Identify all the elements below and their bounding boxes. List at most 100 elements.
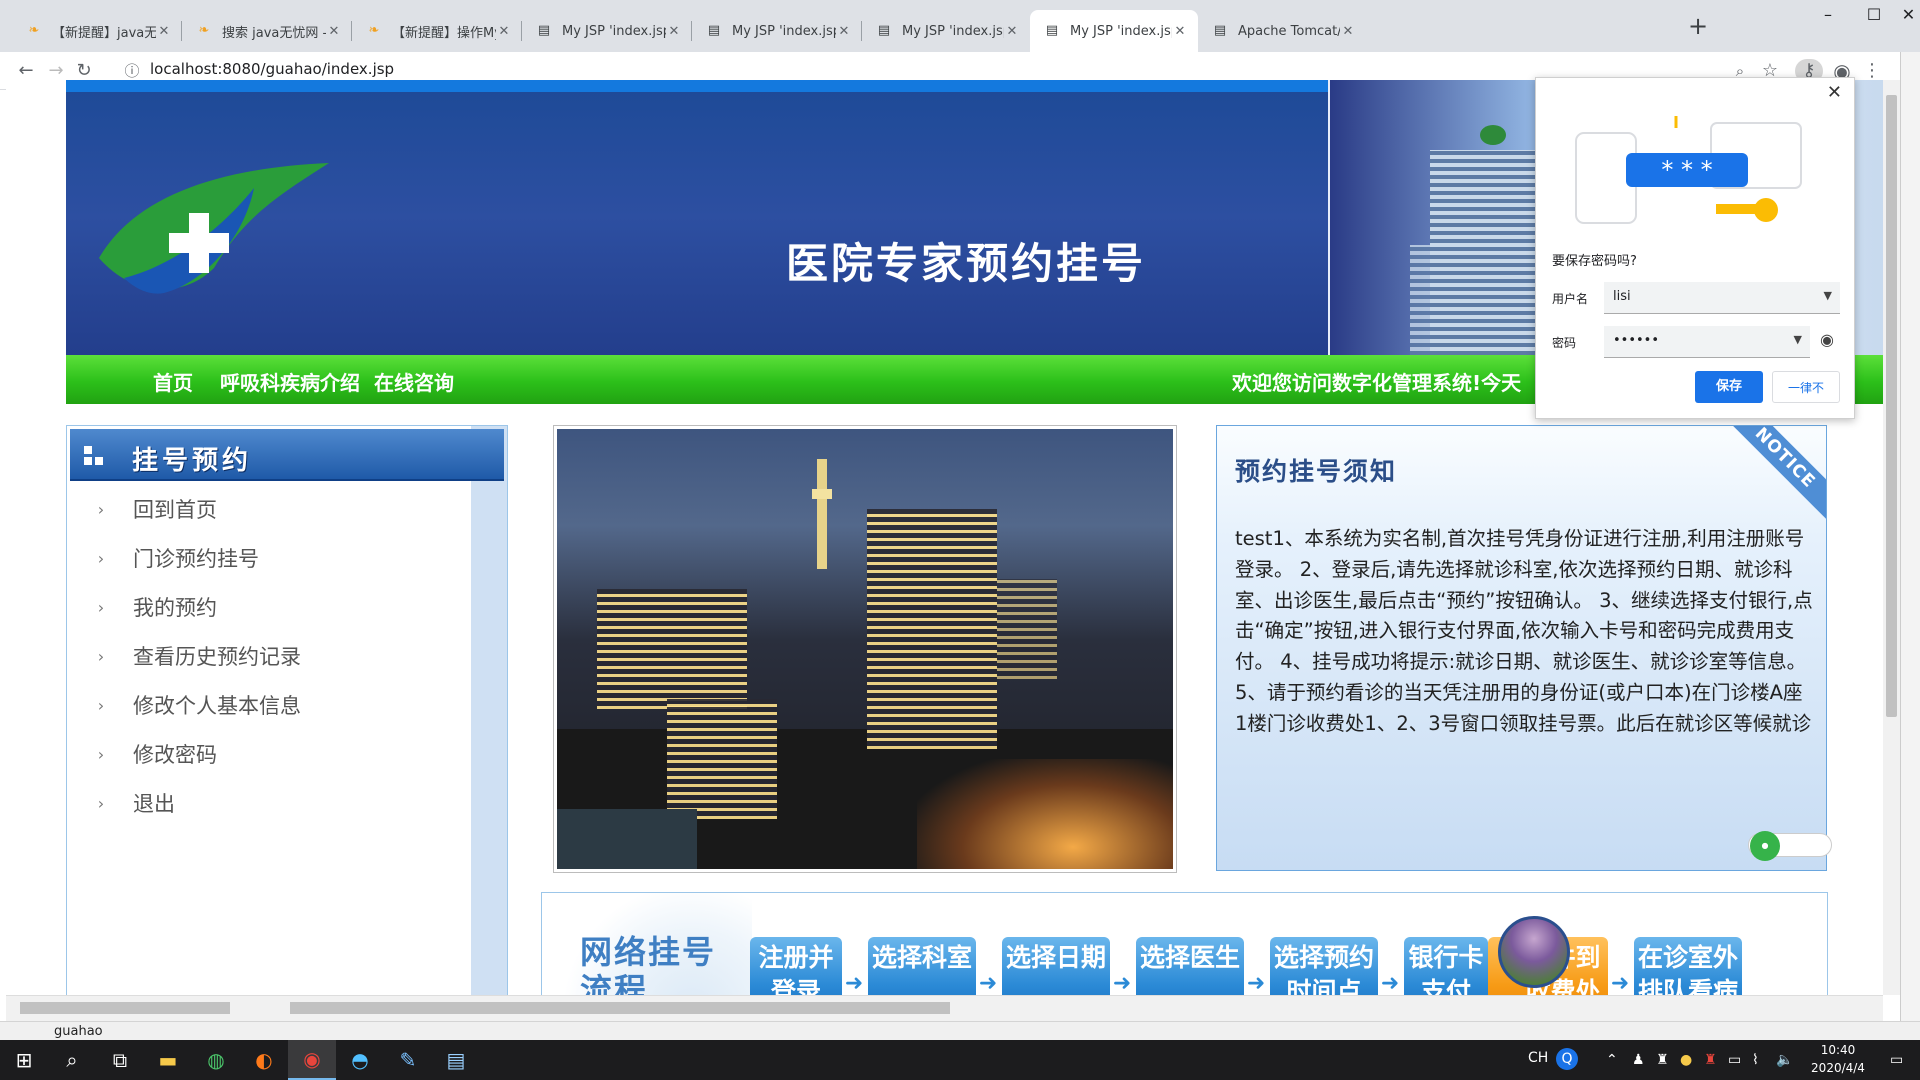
arrow-right-icon: ➜ xyxy=(978,971,998,995)
network-monitor-widget[interactable]: ● xyxy=(1748,831,1832,861)
nav-respiratory-diseases[interactable]: 呼吸科疾病介绍 xyxy=(220,367,360,396)
browser-tab-active[interactable]: ▤ My JSP 'index.jsp' startin...✕ xyxy=(1030,10,1198,52)
sidebar-item-label: 我的预约 xyxy=(133,596,217,620)
browser-tab[interactable]: ❧ 【新提醒】操作Mysql数据...✕ xyxy=(352,10,522,52)
close-icon[interactable]: ✕ xyxy=(1004,24,1020,39)
sidebar-item-label: 修改个人基本信息 xyxy=(133,694,301,718)
sidebar-item-change-password[interactable]: › 修改密码 xyxy=(91,739,217,769)
clock-date[interactable]: 2020/4/4 xyxy=(1800,1061,1876,1075)
scrollbar-thumb[interactable] xyxy=(290,1002,950,1014)
chevron-right-icon: › xyxy=(97,597,105,617)
tab-title: 【新提醒】java无忧网-专... xyxy=(52,25,156,41)
notice-text: test1、本系统为实名制,首次挂号凭身份证进行注册,利用注册账号登录。 2、登… xyxy=(1235,527,1813,735)
notifications-icon[interactable]: ▭ xyxy=(1890,1052,1903,1068)
network-icon[interactable]: ⌇ xyxy=(1752,1052,1759,1068)
username-field[interactable]: lisi ▼ xyxy=(1604,282,1840,314)
close-icon[interactable]: ✕ xyxy=(326,24,342,39)
firefox-icon[interactable]: ◐ xyxy=(240,1040,288,1080)
browser-tab[interactable]: ❧ 【新提醒】java无忧网-专...✕ xyxy=(12,10,182,52)
tray-app-icon[interactable]: ♜ xyxy=(1656,1052,1669,1068)
tray-app-icon[interactable]: ● xyxy=(1680,1052,1692,1068)
new-tab-button[interactable]: + xyxy=(1684,12,1712,40)
arrow-right-icon: ➜ xyxy=(1380,971,1400,995)
close-icon[interactable]: ✕ xyxy=(156,24,172,39)
tab-title: My JSP 'index.jsp' startin... xyxy=(1070,23,1172,39)
battery-icon[interactable]: ▭ xyxy=(1728,1052,1741,1068)
grid-icon xyxy=(84,446,92,454)
chat-bubble-icon: ❧ xyxy=(198,23,210,38)
save-password-button[interactable]: 保存 xyxy=(1695,371,1763,403)
tab-title: My JSP 'index.jsp' startin... xyxy=(902,23,1004,39)
flow-step: 在诊室外排队看病 xyxy=(1634,937,1742,995)
registration-flow: 网络挂号流程 注册并登录 ➜ 选择科室 ➜ 选择日期 ➜ 选择医生 ➜ 选择预约… xyxy=(541,892,1828,995)
sidebar-item-history[interactable]: › 查看历史预约记录 xyxy=(91,641,301,671)
sidebar-item-label: 回到首页 xyxy=(133,498,217,522)
browser-tab[interactable]: ▤ My JSP 'index.jsp' startin...✕ xyxy=(692,10,862,52)
maximize-button[interactable]: ☐ xyxy=(1851,4,1897,26)
illustration-stars: * * * xyxy=(1661,156,1712,184)
close-icon[interactable]: ✕ xyxy=(496,24,512,39)
flow-step: 选择科室 xyxy=(868,937,976,995)
search-tray-icon[interactable]: Q xyxy=(1556,1048,1578,1070)
eye-icon[interactable]: ◉ xyxy=(1820,330,1834,349)
notepad-icon[interactable]: ▤ xyxy=(432,1040,480,1080)
notice-panel: NOTICE 预约挂号须知 test1、本系统为实名制,首次挂号凭身份证进行注册… xyxy=(1216,425,1827,871)
close-icon[interactable]: ✕ xyxy=(666,24,682,39)
close-icon[interactable]: ✕ xyxy=(1172,24,1188,39)
eclipse-icon[interactable]: ◓ xyxy=(336,1040,384,1080)
dropdown-arrow-icon[interactable]: ▼ xyxy=(1794,333,1802,346)
window-close-button[interactable]: ✕ xyxy=(1897,4,1920,26)
browser-tab[interactable]: ▤ My JSP 'index.jsp' startin...✕ xyxy=(862,10,1030,52)
page-icon: ▤ xyxy=(537,23,551,38)
task-view-icon[interactable]: ⧉ xyxy=(96,1040,144,1080)
flow-step: 银行卡支付 xyxy=(1404,937,1488,995)
nav-home[interactable]: 首页 xyxy=(153,367,193,396)
volume-icon[interactable]: 🔈 xyxy=(1776,1052,1793,1068)
password-field[interactable]: •••••• ▼ xyxy=(1604,326,1810,358)
tray-app-icon[interactable]: ♟ xyxy=(1632,1052,1645,1068)
browser-tab[interactable]: ▤ Apache Tomcat/6.0.13 - ...✕ xyxy=(1198,10,1366,52)
windows-start-icon[interactable]: ⊞ xyxy=(0,1040,48,1080)
windows-taskbar: ⊞ ⌕ ⧉ ▬ ◍ ◐ ◉ ◓ ✎ ▤ CH Q ⌃ ♟ ♜ ● ♜ ▭ ⌇ 🔈… xyxy=(0,1040,1920,1080)
horizontal-scrollbar[interactable] xyxy=(6,995,1883,1021)
save-password-dialog: ✕ * * * 要保存密码吗? 用户名 lisi ▼ 密码 •••••• ▼ ◉… xyxy=(1535,77,1855,419)
ime-indicator[interactable]: CH xyxy=(1528,1050,1548,1066)
sidebar-item-book-appointment[interactable]: › 门诊预约挂号 xyxy=(91,543,259,573)
file-explorer-icon[interactable]: ▬ xyxy=(144,1040,192,1080)
url-text[interactable]: localhost:8080/guahao/index.jsp xyxy=(150,60,394,78)
sidebar-item-logout[interactable]: › 退出 xyxy=(91,788,175,818)
flow-step: 选择医生 xyxy=(1136,937,1244,995)
scrollbar-thumb[interactable] xyxy=(1886,95,1897,717)
nav-online-consult[interactable]: 在线咨询 xyxy=(374,367,454,396)
arrow-right-icon: ➜ xyxy=(844,971,864,995)
pen-tool-icon[interactable]: ✎ xyxy=(384,1040,432,1080)
sidebar-item-my-appointments[interactable]: › 我的预约 xyxy=(91,592,217,622)
browser-tab[interactable]: ▤ My JSP 'index.jsp' startin...✕ xyxy=(522,10,692,52)
sidebar: 挂号预约 › 回到首页 › 门诊预约挂号 › 我的预约 › 查看历史预约记录 › 修改个人… xyxy=(66,425,508,995)
close-icon[interactable]: ✕ xyxy=(836,24,852,39)
search-icon[interactable]: ⌕ xyxy=(48,1040,96,1080)
chrome-icon[interactable]: ◉ xyxy=(288,1040,336,1080)
chevron-up-icon[interactable]: ⌃ xyxy=(1606,1052,1618,1068)
dropdown-arrow-icon[interactable]: ▼ xyxy=(1824,289,1832,302)
hospital-logo xyxy=(99,163,329,294)
sidebar-item-edit-profile[interactable]: › 修改个人基本信息 xyxy=(91,690,301,720)
sidebar-item-home[interactable]: › 回到首页 xyxy=(91,494,217,524)
minimize-button[interactable]: – xyxy=(1805,4,1851,26)
vertical-scrollbar[interactable] xyxy=(1883,80,1900,995)
notice-ribbon: NOTICE xyxy=(1714,426,1826,529)
chat-bubble-icon: ❧ xyxy=(368,23,380,38)
page-icon: ▤ xyxy=(1045,23,1059,38)
tray-app-icon[interactable]: ♜ xyxy=(1704,1052,1717,1068)
chevron-right-icon: › xyxy=(97,744,105,764)
app-icon[interactable]: ◍ xyxy=(192,1040,240,1080)
never-save-button[interactable]: 一律不 xyxy=(1772,371,1840,403)
tab-title: Apache Tomcat/6.0.13 - ... xyxy=(1238,23,1340,39)
clock-time[interactable]: 10:40 xyxy=(1808,1043,1868,1057)
scrollbar-thumb[interactable] xyxy=(20,1002,230,1014)
floating-avatar[interactable] xyxy=(1498,916,1570,988)
browser-tab[interactable]: ❧ 搜索 java无忧网 - ✕ xyxy=(182,10,352,52)
sidebar-item-label: 查看历史预约记录 xyxy=(133,645,301,669)
username-value: lisi xyxy=(1613,289,1631,304)
close-icon[interactable]: ✕ xyxy=(1340,24,1356,39)
